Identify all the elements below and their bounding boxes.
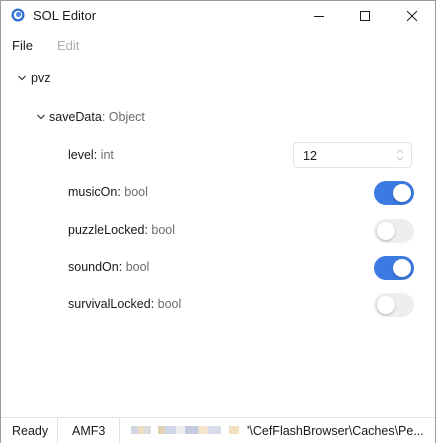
property-type: bool	[125, 260, 150, 274]
menu-bar: File Edit	[1, 35, 435, 57]
level-number-input[interactable]: 12	[293, 142, 412, 168]
status-format: AMF3	[72, 424, 106, 438]
property-name: survivalLocked	[68, 297, 151, 311]
node-sep: :	[101, 110, 109, 124]
toggle-knob	[393, 259, 411, 277]
menu-file[interactable]: File	[12, 38, 33, 53]
status-bar: Ready AMF3 '\CefFlashBrowser\Caches\Pe..…	[1, 417, 435, 443]
property-label-soundon: soundOn: bool	[68, 260, 150, 274]
toggle-knob	[393, 184, 411, 202]
property-label-survivallocked: survivalLocked: bool	[68, 297, 182, 311]
survivallocked-toggle[interactable]	[374, 293, 414, 317]
property-type: bool	[124, 185, 148, 199]
status-divider	[119, 418, 120, 443]
chevron-down-icon[interactable]	[17, 74, 27, 82]
title-bar[interactable]: SOL Editor	[1, 1, 435, 31]
status-file-path: '\CefFlashBrowser\Caches\Pe...	[247, 424, 424, 438]
minimize-button[interactable]	[296, 1, 342, 31]
property-name: level	[68, 148, 94, 162]
property-type: int	[100, 148, 114, 162]
property-name: puzzleLocked	[68, 223, 145, 237]
property-name: soundOn	[68, 260, 119, 274]
node-type: Object	[108, 110, 145, 124]
node-name: saveData	[49, 110, 102, 124]
menu-edit[interactable]: Edit	[57, 38, 79, 53]
redacted-path-segment	[229, 426, 239, 434]
toggle-knob	[377, 222, 395, 240]
property-name: musicOn	[68, 185, 118, 199]
tree-node-root[interactable]: pvz	[31, 71, 50, 85]
sol-editor-window: SOL Editor File Edit pvz saveData: Objec…	[0, 0, 436, 443]
status-state: Ready	[12, 424, 49, 438]
musicon-toggle[interactable]	[374, 181, 414, 205]
soundon-toggle[interactable]	[374, 256, 414, 280]
level-value: 12	[303, 149, 317, 163]
maximize-icon	[360, 11, 370, 21]
puzzlelocked-toggle[interactable]	[374, 219, 414, 243]
close-button[interactable]	[389, 1, 435, 31]
property-label-level: level: int	[68, 148, 114, 162]
property-type: bool	[157, 297, 182, 311]
property-label-puzzlelocked: puzzleLocked: bool	[68, 223, 176, 237]
toggle-knob	[377, 296, 395, 314]
close-icon	[406, 10, 418, 22]
window-title: SOL Editor	[33, 8, 97, 23]
minimize-icon	[314, 16, 324, 17]
maximize-button[interactable]	[342, 1, 388, 31]
redacted-path-segment	[131, 426, 221, 434]
tree-node-savedata[interactable]: saveData: Object	[49, 110, 145, 124]
status-divider	[57, 418, 58, 443]
spinner-arrows-icon[interactable]	[395, 148, 405, 162]
property-type: bool	[151, 223, 176, 237]
chevron-down-icon[interactable]	[36, 113, 46, 121]
app-globe-icon	[11, 8, 25, 22]
property-label-musicon: musicOn: bool	[68, 185, 148, 199]
